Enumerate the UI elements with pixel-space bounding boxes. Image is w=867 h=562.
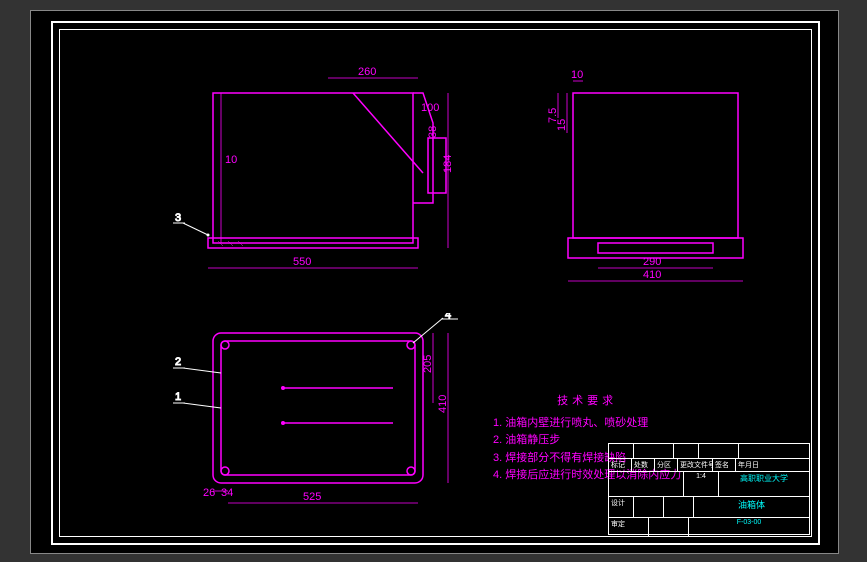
dim-410: 410 bbox=[643, 269, 661, 281]
callout-2: 2 bbox=[175, 356, 181, 368]
tb-school: 高职职业大学 bbox=[719, 472, 809, 496]
callout-4: 4 bbox=[445, 313, 451, 321]
drawing-canvas: 260 10 550 100 38 184 210 388 3 bbox=[30, 10, 839, 554]
dim-10-v: 10 bbox=[225, 154, 237, 166]
dim-260: 260 bbox=[358, 66, 376, 78]
dim-100: 100 bbox=[421, 102, 439, 114]
tb-design: 设计 bbox=[609, 497, 634, 517]
dim-15: 15 bbox=[556, 119, 568, 131]
dim-290: 290 bbox=[643, 256, 661, 268]
tb-h3: 分区 bbox=[655, 459, 678, 471]
dim-26: 26 bbox=[203, 487, 215, 499]
dim-38: 38 bbox=[427, 126, 439, 138]
dim-205: 205 bbox=[422, 355, 434, 373]
dim-10-top: 10 bbox=[571, 69, 583, 81]
tb-scale: 1:4 bbox=[684, 472, 719, 496]
notes-title: 技术要求 bbox=[493, 393, 681, 411]
tb-h5: 签名 bbox=[713, 459, 736, 471]
side-view: 10 7.5 15 290 410 bbox=[523, 63, 783, 283]
dim-550: 550 bbox=[293, 256, 311, 268]
tb-h2: 处数 bbox=[632, 459, 655, 471]
title-block: 标记 处数 分区 更改文件号 签名 年月日 1:4 高职职业大学 设计 油箱体 bbox=[608, 443, 810, 535]
note-line-1: 1. 油箱内壁进行喷丸、喷砂处理 bbox=[493, 415, 681, 433]
tb-dwgno: F-03-00 bbox=[689, 518, 809, 536]
viewport: 260 10 550 100 38 184 210 388 3 bbox=[0, 0, 867, 562]
dim-184: 184 bbox=[442, 155, 453, 173]
drawing-frame: 260 10 550 100 38 184 210 388 3 bbox=[51, 21, 820, 545]
callout-1: 1 bbox=[175, 391, 181, 403]
tb-h1: 标记 bbox=[609, 459, 632, 471]
dim-410b: 410 bbox=[437, 395, 449, 413]
tb-approve: 审定 bbox=[609, 518, 649, 536]
dim-525: 525 bbox=[303, 491, 321, 503]
tb-h6: 年月日 bbox=[736, 459, 809, 471]
tb-h4: 更改文件号 bbox=[678, 459, 713, 471]
front-view: 260 10 550 100 38 184 210 388 3 bbox=[173, 63, 453, 283]
top-view: 205 410 525 26 34 2 1 4 bbox=[173, 313, 473, 513]
tb-project: 油箱体 bbox=[694, 497, 809, 517]
callout-3: 3 bbox=[175, 212, 181, 224]
dim-34: 34 bbox=[221, 487, 233, 499]
